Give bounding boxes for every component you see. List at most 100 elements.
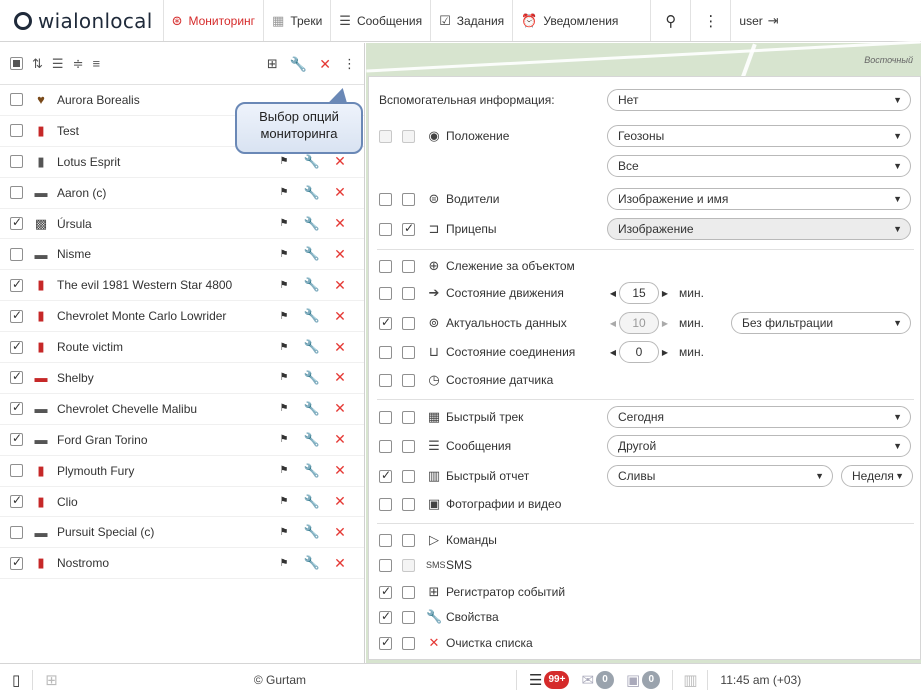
tracking-checkbox-1[interactable] — [379, 259, 392, 273]
flag-icon[interactable]: ⚑ — [272, 342, 296, 353]
search-button[interactable]: ⚲ — [650, 0, 690, 41]
unit-row[interactable]: ▮ Plymouth Fury ⚑ 🔧 ✕ — [0, 456, 364, 487]
close-icon[interactable]: ✕ — [328, 493, 352, 510]
close-icon[interactable]: ✕ — [328, 431, 352, 448]
flag-icon[interactable]: ⚑ — [272, 527, 296, 538]
event-registrar-checkbox-2[interactable] — [402, 585, 415, 599]
position-geozones-select[interactable]: Геозоны ▼ — [607, 125, 911, 147]
close-icon[interactable]: ✕ — [328, 246, 352, 263]
flag-icon[interactable]: ⚑ — [272, 156, 296, 167]
wrench-icon[interactable]: 🔧 — [296, 246, 328, 262]
connection-value[interactable]: 0 — [619, 341, 659, 363]
quick-report-checkbox-2[interactable] — [402, 469, 415, 483]
unit-checkbox[interactable] — [10, 124, 23, 138]
messages-select[interactable]: Другой ▼ — [607, 435, 911, 457]
event-registrar-checkbox-1[interactable] — [379, 584, 392, 599]
wrench-icon[interactable]: 🔧 — [296, 524, 328, 540]
unit-checkbox[interactable] — [10, 525, 23, 539]
drivers-checkbox-2[interactable] — [402, 192, 415, 206]
close-icon[interactable]: ✕ — [328, 339, 352, 356]
unit-checkbox[interactable] — [10, 247, 23, 261]
images-badge[interactable]: 0 — [642, 670, 661, 689]
drivers-checkbox-1[interactable] — [379, 192, 392, 206]
wrench-icon[interactable]: 🔧 — [296, 185, 328, 201]
tab-tasks[interactable]: ☑ Задания — [430, 0, 512, 41]
unit-row[interactable]: ▬ Chevrolet Chevelle Malibu ⚑🔧✕ — [0, 394, 364, 425]
event-registrar-icon[interactable]: ⊞ — [267, 56, 278, 72]
unit-row[interactable]: ▮ Nostromo ⚑🔧✕ — [0, 548, 364, 580]
panel-toggle-icon[interactable]: ▯ — [12, 671, 20, 689]
unit-row[interactable]: ▮ Clio ⚑🔧✕ — [0, 487, 364, 518]
flag-icon[interactable]: ⚑ — [272, 465, 296, 476]
tab-tracks[interactable]: ▦ Треки — [263, 0, 330, 41]
sensor-checkbox-2[interactable] — [402, 373, 415, 387]
messages-checkbox-2[interactable] — [402, 439, 415, 453]
unit-checkbox[interactable] — [10, 215, 23, 230]
unit-row[interactable]: ▮ The evil 1981 Western Star 4800 ⚑🔧✕ — [0, 270, 364, 302]
close-icon[interactable]: ✕ — [328, 555, 352, 572]
list-view-icon[interactable]: ☰ — [52, 56, 64, 72]
decrease-icon[interactable]: ◀ — [607, 319, 619, 328]
flag-icon[interactable]: ⚑ — [272, 434, 296, 445]
photos-checkbox-1[interactable] — [379, 497, 392, 511]
actuality-checkbox-2[interactable] — [402, 316, 415, 330]
sort-az-icon[interactable]: ⇅ — [32, 56, 43, 72]
sms-checkbox-1[interactable] — [379, 558, 392, 572]
show-all-icon[interactable]: ≡ — [92, 56, 100, 71]
motion-checkbox-1[interactable] — [379, 286, 392, 300]
unit-checkbox[interactable] — [10, 186, 23, 200]
commands-checkbox-2[interactable] — [402, 533, 415, 547]
connection-stepper[interactable]: ◀ 0 ▶ — [607, 341, 671, 363]
unit-checkbox[interactable] — [10, 339, 23, 354]
select-all-checkbox[interactable] — [10, 57, 23, 70]
events-icon[interactable]: ☰ — [529, 671, 542, 689]
unit-checkbox[interactable] — [10, 464, 23, 478]
unit-row[interactable]: ▬ Ford Gran Torino ⚑🔧✕ — [0, 425, 364, 456]
group-add-icon[interactable]: ≑ — [73, 56, 84, 72]
sensor-checkbox-1[interactable] — [379, 373, 392, 387]
quick-track-checkbox-1[interactable] — [379, 410, 392, 424]
connection-checkbox-2[interactable] — [402, 345, 415, 359]
trailers-checkbox-2[interactable] — [402, 221, 415, 236]
position-filter-select[interactable]: Все ▼ — [607, 155, 911, 177]
properties-checkbox-1[interactable] — [379, 609, 392, 624]
mail-icon[interactable]: ✉ — [581, 671, 594, 689]
wrench-icon[interactable]: 🔧 — [296, 216, 328, 232]
drivers-select[interactable]: Изображение и имя ▼ — [607, 188, 911, 210]
flag-icon[interactable]: ⚑ — [272, 218, 296, 229]
wrench-icon[interactable]: 🔧 — [296, 494, 328, 510]
flag-icon[interactable]: ⚑ — [272, 187, 296, 198]
quick-track-checkbox-2[interactable] — [402, 410, 415, 424]
close-icon[interactable]: ✕ — [328, 462, 352, 479]
unit-checkbox[interactable] — [10, 93, 23, 107]
unit-row[interactable]: ▬ Shelby ⚑🔧✕ — [0, 363, 364, 394]
close-icon[interactable]: ✕ — [328, 277, 352, 294]
flag-icon[interactable]: ⚑ — [272, 280, 296, 291]
clear-list-checkbox-2[interactable] — [402, 636, 415, 650]
wrench-icon[interactable]: 🔧 — [296, 555, 328, 571]
close-icon[interactable]: ✕ — [328, 308, 352, 325]
wrench-icon[interactable]: 🔧 — [296, 154, 328, 170]
events-badge[interactable]: 99+ — [544, 670, 570, 689]
actuality-checkbox-1[interactable] — [379, 315, 392, 330]
unit-checkbox[interactable] — [10, 400, 23, 416]
motion-value[interactable]: 15 — [619, 282, 659, 304]
flag-icon[interactable]: ⚑ — [272, 496, 296, 507]
close-icon[interactable]: ✕ — [328, 153, 352, 170]
actuality-filter-select[interactable]: Без фильтрации ▼ — [731, 312, 911, 334]
properties-icon[interactable]: 🔧 — [290, 56, 307, 73]
unit-checkbox[interactable] — [10, 155, 23, 169]
photos-checkbox-2[interactable] — [402, 497, 415, 511]
messages-checkbox-1[interactable] — [379, 439, 392, 453]
unit-checkbox[interactable] — [10, 308, 23, 323]
increase-icon[interactable]: ▶ — [659, 348, 671, 357]
close-icon[interactable]: ✕ — [328, 184, 352, 201]
flag-icon[interactable]: ⚑ — [272, 249, 296, 260]
increase-icon[interactable]: ▶ — [659, 319, 671, 328]
quick-track-select[interactable]: Сегодня ▼ — [607, 406, 911, 428]
wrench-icon[interactable]: 🔧 — [296, 370, 328, 386]
mail-badge[interactable]: 0 — [596, 670, 615, 689]
tab-messages[interactable]: ☰ Сообщения — [330, 0, 430, 41]
flag-icon[interactable]: ⚑ — [272, 372, 296, 383]
motion-checkbox-2[interactable] — [402, 286, 415, 300]
